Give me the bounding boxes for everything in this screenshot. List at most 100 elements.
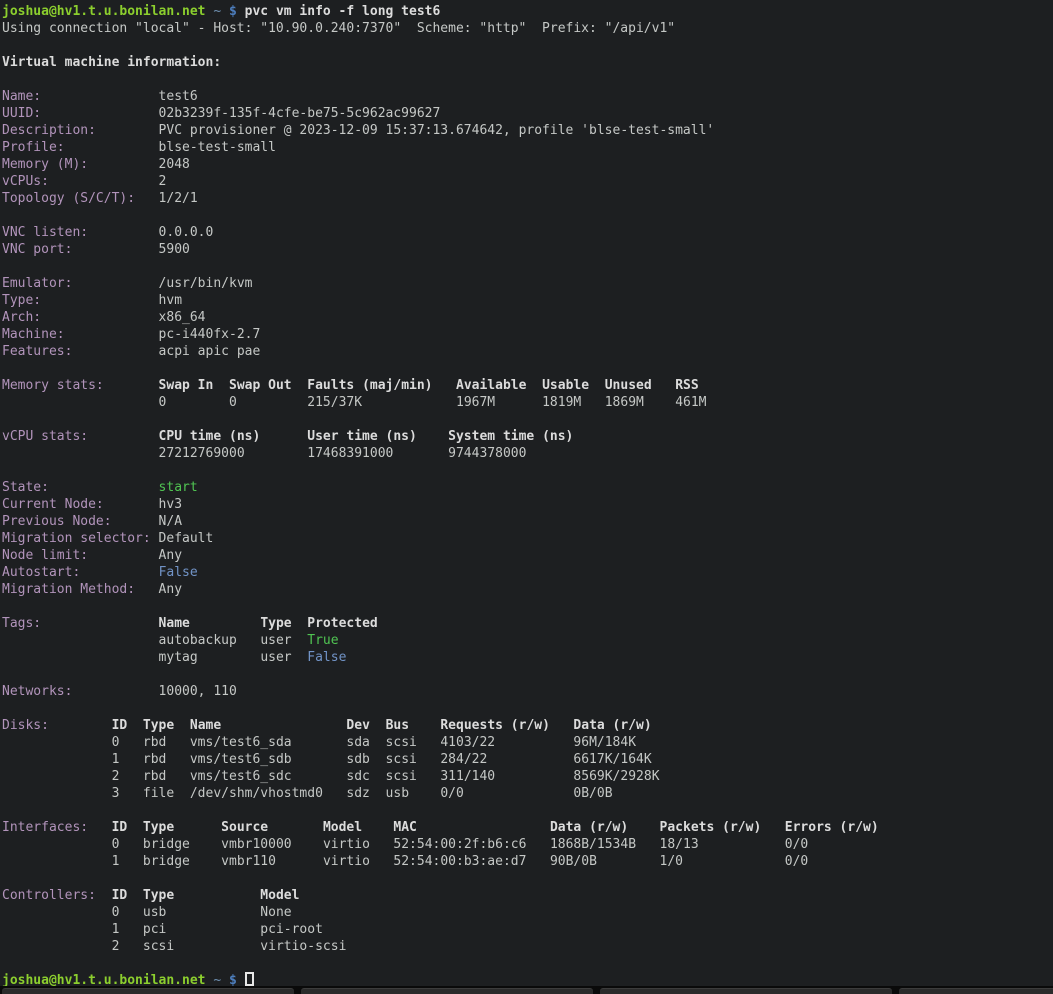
terminal-text: Name xyxy=(190,718,221,733)
disks-header: Disks: ID Type Name Dev Bus Requests (r/… xyxy=(2,717,1053,734)
blank-line xyxy=(2,411,1053,428)
field-label: Tags: xyxy=(2,616,41,631)
field-value: blse-test-small xyxy=(159,140,276,155)
terminal-text: 0/0 xyxy=(440,786,463,801)
terminal-text: Errors (r/w) xyxy=(785,820,879,835)
terminal-text: bridge xyxy=(143,837,190,852)
terminal-text: 1868B/1534B xyxy=(550,837,636,852)
field-label: UUID: xyxy=(2,106,41,121)
field-value: hvm xyxy=(159,293,182,308)
field-type: Type: hvm xyxy=(2,292,1053,309)
terminal-text: 0/0 xyxy=(785,837,808,852)
terminal-text: user xyxy=(260,633,291,648)
connection-info-line: Using connection "local" - Host: "10.90.… xyxy=(2,20,1053,37)
controller-row: 0 usb None xyxy=(2,904,1053,921)
field-value: 10000, 110 xyxy=(159,684,237,699)
terminal-text: rbd xyxy=(143,735,166,750)
terminal-text: False xyxy=(307,650,346,665)
terminal-text: 0 xyxy=(159,395,167,410)
terminal-text: 3 xyxy=(112,786,120,801)
field-value: 02b3239f-135f-4cfe-be75-5c962ac99627 xyxy=(159,106,441,121)
terminal-text: CPU time (ns) xyxy=(159,429,261,444)
terminal-text: bridge xyxy=(143,854,190,869)
prompt-user-host: joshua@hv1.t.u.bonilan.net xyxy=(2,4,206,19)
field-arch: Arch: x86_64 xyxy=(2,309,1053,326)
terminal-text: 52:54:00:b3:ae:d7 xyxy=(393,854,526,869)
blank-line xyxy=(2,360,1053,377)
terminal-screen[interactable]: joshua@hv1.t.u.bonilan.net ~ $ pvc vm in… xyxy=(0,0,1053,987)
field-label: VNC port: xyxy=(2,242,72,257)
taskbar-segment[interactable] xyxy=(899,988,1053,994)
terminal-text: Name xyxy=(159,616,190,631)
terminal-text: sda xyxy=(346,735,369,750)
terminal-text: Packets (r/w) xyxy=(660,820,762,835)
terminal-text: Type xyxy=(143,718,174,733)
terminal-text: User time (ns) xyxy=(307,429,417,444)
terminal-text: Source xyxy=(221,820,268,835)
field-label: Interfaces: xyxy=(2,820,88,835)
taskbar-segment[interactable] xyxy=(2,988,294,994)
field-vnc-port: VNC port: 5900 xyxy=(2,241,1053,258)
terminal-text: Model xyxy=(323,820,362,835)
field-migration-method: Migration Method: Any xyxy=(2,581,1053,598)
disk-row: 3 file /dev/shm/vhostmd0 sdz usb 0/0 0B/… xyxy=(2,785,1053,802)
taskbar-segment[interactable] xyxy=(301,988,593,994)
terminal-text: 0 xyxy=(229,395,237,410)
terminal-text: 9744378000 xyxy=(448,446,526,461)
field-label: Controllers: xyxy=(2,888,96,903)
terminal-text: sdb xyxy=(346,752,369,767)
field-value: 1/2/1 xyxy=(159,191,198,206)
terminal-text: Dev xyxy=(346,718,369,733)
field-value: 2 xyxy=(159,174,167,189)
terminal-text: 215/37K xyxy=(307,395,362,410)
field-machine: Machine: pc-i440fx-2.7 xyxy=(2,326,1053,343)
taskbar xyxy=(0,986,1053,994)
terminal-text: Model xyxy=(260,888,299,903)
terminal-text: scsi xyxy=(386,752,417,767)
terminal-text: 17468391000 xyxy=(307,446,393,461)
section-title: Virtual machine information: xyxy=(2,54,1053,71)
blank-line xyxy=(2,802,1053,819)
terminal-text: MAC xyxy=(393,820,416,835)
desktop: { "palette": { "background": "#1d1f21", … xyxy=(0,0,1053,994)
interfaces-header: Interfaces: ID Type Source Model MAC Dat… xyxy=(2,819,1053,836)
field-uuid: UUID: 02b3239f-135f-4cfe-be75-5c962ac996… xyxy=(2,105,1053,122)
tag-row: mytag user False xyxy=(2,649,1053,666)
terminal-text: Type xyxy=(260,616,291,631)
field-memory: Memory (M): 2048 xyxy=(2,156,1053,173)
terminal-text: 0/0 xyxy=(785,854,808,869)
terminal-text: /dev/shm/vhostmd0 xyxy=(190,786,323,801)
terminal-text: None xyxy=(260,905,291,920)
vcpu-stats-header: vCPU stats: CPU time (ns) User time (ns)… xyxy=(2,428,1053,445)
field-label: Machine: xyxy=(2,327,65,342)
field-value: 2048 xyxy=(159,157,190,172)
terminal-text: 311/140 xyxy=(440,769,495,784)
field-vnc-listen: VNC listen: 0.0.0.0 xyxy=(2,224,1053,241)
field-label: Memory (M): xyxy=(2,157,88,172)
field-label: Disks: xyxy=(2,718,49,733)
field-label: Type: xyxy=(2,293,41,308)
vm-state-value: start xyxy=(159,480,198,495)
field-autostart: Autostart: False xyxy=(2,564,1053,581)
field-label: Description: xyxy=(2,123,96,138)
taskbar-segment[interactable] xyxy=(600,988,892,994)
text-cursor[interactable] xyxy=(245,972,254,986)
blank-line xyxy=(2,258,1053,275)
terminal-text: 8569K/2928K xyxy=(573,769,659,784)
terminal-text: 4103/22 xyxy=(440,735,495,750)
prompt-symbol: $ xyxy=(229,4,237,19)
blank-line xyxy=(2,700,1053,717)
terminal-text: 52:54:00:2f:b6:c6 xyxy=(393,837,526,852)
field-label: Memory stats: xyxy=(2,378,104,393)
field-label: Migration Method: xyxy=(2,582,135,597)
terminal-text: vms/test6_sdb xyxy=(190,752,292,767)
field-value: N/A xyxy=(159,514,182,529)
terminal-text: Data (r/w) xyxy=(573,718,651,733)
disk-row: 2 rbd vms/test6_sdc sdc scsi 311/140 856… xyxy=(2,768,1053,785)
terminal-text: Virtual machine information: xyxy=(2,55,221,70)
field-label: Emulator: xyxy=(2,276,72,291)
field-emulator: Emulator: /usr/bin/kvm xyxy=(2,275,1053,292)
terminal-text: scsi xyxy=(143,939,174,954)
terminal-text: 284/22 xyxy=(440,752,487,767)
vcpu-stats-values: 27212769000 17468391000 9744378000 xyxy=(2,445,1053,462)
